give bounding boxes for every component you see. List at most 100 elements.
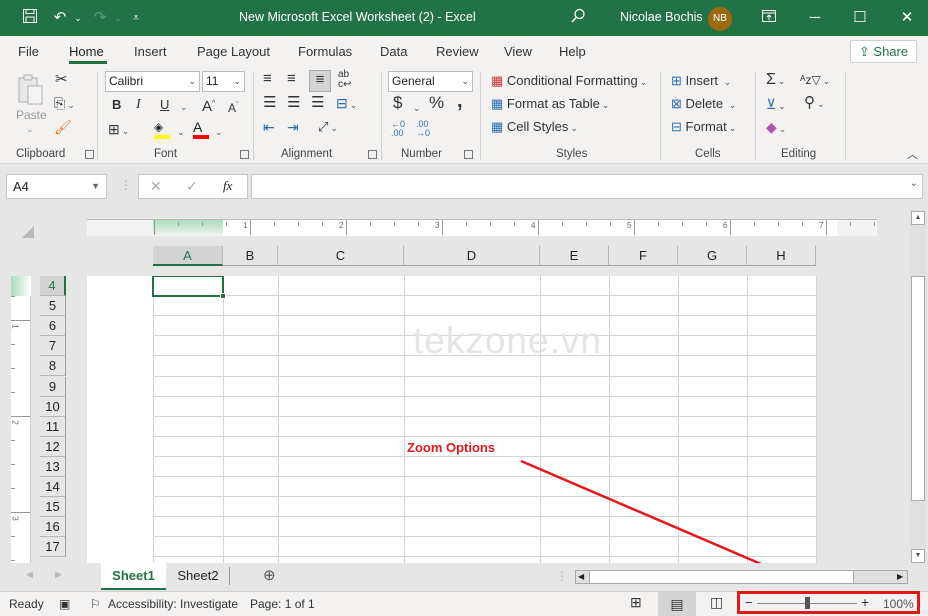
- format-as-table-button[interactable]: ▦ Format as Table ⌄: [491, 95, 609, 114]
- column-header-g[interactable]: G: [678, 246, 747, 266]
- delete-cells-button[interactable]: ⊠ Delete ⌄: [671, 95, 736, 114]
- paste-icon[interactable]: [16, 74, 46, 105]
- format-painter-icon[interactable]: 🖌: [54, 118, 72, 136]
- font-name-select[interactable]: Calibri ⌄: [105, 71, 200, 92]
- undo-icon[interactable]: ↶: [50, 8, 70, 28]
- tab-split-grip-icon[interactable]: ⋮: [556, 569, 568, 583]
- column-header-h[interactable]: H: [747, 246, 816, 266]
- fill-icon[interactable]: ⊻ ⌄: [766, 95, 786, 115]
- scroll-right-button[interactable]: ▶: [897, 571, 903, 583]
- decrease-indent-icon[interactable]: ⇤: [263, 118, 275, 136]
- sheet-tab-sheet2[interactable]: Sheet2: [167, 567, 230, 585]
- grip-icon[interactable]: ⋮: [120, 178, 132, 192]
- tab-formulas[interactable]: Formulas: [298, 44, 352, 59]
- worksheet-grid[interactable]: tekzone.vn: [87, 276, 817, 563]
- borders-icon[interactable]: ⊞ ⌄: [108, 120, 129, 140]
- align-right-icon[interactable]: ☰: [311, 94, 324, 112]
- sort-filter-icon[interactable]: ᴬᴢ▽ ⌄: [800, 71, 830, 90]
- column-header-d[interactable]: D: [404, 246, 540, 266]
- row-header-11[interactable]: 11: [40, 416, 66, 437]
- paste-dropdown-icon[interactable]: ⌄: [26, 120, 34, 138]
- find-select-icon[interactable]: ⚲ ⌄: [804, 94, 825, 113]
- row-header-8[interactable]: 8: [40, 356, 66, 377]
- number-format-select[interactable]: General ⌄: [388, 71, 473, 92]
- row-header-9[interactable]: 9: [40, 376, 66, 397]
- row-header-4[interactable]: 4: [40, 276, 66, 296]
- copy-icon[interactable]: ⎘ ⌄: [54, 94, 75, 114]
- increase-decimal-icon[interactable]: ←0.00: [391, 120, 405, 138]
- redo-dropdown-icon[interactable]: ⌄: [108, 8, 128, 28]
- percent-button[interactable]: %: [429, 94, 444, 112]
- fill-color-dropdown-icon[interactable]: ⌄: [177, 123, 185, 141]
- format-cells-button[interactable]: ⊟ Format ⌄: [671, 118, 736, 137]
- alignment-launcher-icon[interactable]: [368, 150, 377, 159]
- insert-cells-button[interactable]: ⊞ Insert ⌄: [671, 72, 731, 91]
- merge-center-icon[interactable]: ⊟ ⌄: [336, 94, 357, 114]
- bottom-align-icon[interactable]: ≡: [309, 70, 331, 92]
- collapse-ribbon-icon[interactable]: ︿: [907, 146, 918, 164]
- column-header-b[interactable]: B: [223, 246, 278, 266]
- customize-qat-icon[interactable]: ⩡: [126, 8, 146, 28]
- scroll-down-button[interactable]: ▼: [911, 549, 925, 563]
- wrap-text-icon[interactable]: ab c↩: [338, 70, 351, 90]
- bold-button[interactable]: B: [112, 96, 121, 114]
- select-all-button[interactable]: [22, 226, 34, 238]
- top-align-icon[interactable]: ≡: [263, 70, 272, 88]
- row-header-5[interactable]: 5: [40, 296, 66, 317]
- row-header-6[interactable]: 6: [40, 316, 66, 337]
- autosum-icon[interactable]: Σ ⌄: [766, 71, 785, 90]
- prev-sheet-icon[interactable]: ◀: [26, 569, 33, 580]
- search-icon[interactable]: [568, 8, 588, 28]
- underline-dropdown-icon[interactable]: ⌄: [180, 98, 188, 116]
- page-break-view-icon[interactable]: ◫: [710, 594, 723, 611]
- undo-dropdown-icon[interactable]: ⌄: [68, 8, 88, 28]
- fill-color-icon[interactable]: ◈: [154, 120, 172, 139]
- redo-icon[interactable]: ↷: [90, 8, 110, 28]
- add-sheet-icon[interactable]: ⊕: [263, 566, 276, 584]
- clipboard-launcher-icon[interactable]: [85, 150, 94, 159]
- tab-help[interactable]: Help: [559, 44, 586, 59]
- next-sheet-icon[interactable]: ▶: [55, 569, 62, 580]
- comma-button[interactable]: ,: [457, 91, 463, 111]
- active-cell[interactable]: [152, 276, 224, 297]
- row-header-17[interactable]: 17: [40, 537, 66, 558]
- cancel-icon[interactable]: ✕: [150, 178, 162, 195]
- ribbon-display-icon[interactable]: [759, 8, 779, 28]
- tab-page-layout[interactable]: Page Layout: [197, 44, 270, 59]
- tab-file[interactable]: File: [18, 44, 39, 59]
- increase-font-icon[interactable]: A^: [202, 95, 215, 116]
- column-header-e[interactable]: E: [540, 246, 609, 266]
- row-header-14[interactable]: 14: [40, 477, 66, 497]
- currency-button[interactable]: $: [393, 94, 402, 112]
- vertical-scroll-thumb[interactable]: [911, 276, 925, 501]
- fill-handle[interactable]: [220, 293, 226, 299]
- font-size-select[interactable]: 11 ⌄: [202, 71, 245, 92]
- italic-button[interactable]: I: [136, 96, 141, 114]
- enter-icon[interactable]: ✓: [186, 178, 198, 195]
- font-color-dropdown-icon[interactable]: ⌄: [215, 123, 223, 141]
- number-launcher-icon[interactable]: [464, 150, 473, 159]
- underline-button[interactable]: U: [160, 96, 169, 114]
- share-button[interactable]: ⇪ Share: [850, 40, 917, 63]
- row-header-13[interactable]: 13: [40, 456, 66, 477]
- row-header-10[interactable]: 10: [40, 396, 66, 417]
- insert-function-button[interactable]: fx: [223, 178, 232, 194]
- scroll-left-button[interactable]: ◀: [578, 571, 584, 583]
- cell-styles-button[interactable]: ▦ Cell Styles ⌄: [491, 118, 578, 137]
- clear-icon[interactable]: ◆ ⌄: [766, 118, 786, 138]
- row-header-16[interactable]: 16: [40, 517, 66, 538]
- font-color-icon[interactable]: A: [193, 119, 211, 139]
- save-icon[interactable]: [20, 8, 40, 28]
- align-center-icon[interactable]: ☰: [287, 94, 300, 112]
- tab-home[interactable]: Home: [69, 44, 104, 59]
- close-icon[interactable]: ✕: [897, 8, 917, 28]
- accessibility-status[interactable]: Accessibility: Investigate: [108, 597, 238, 611]
- name-box-dropdown-icon[interactable]: ▼: [91, 175, 100, 198]
- expand-formula-bar-icon[interactable]: ⌄: [910, 178, 918, 189]
- formula-input[interactable]: ⌄: [251, 174, 923, 199]
- name-box[interactable]: A4 ▼: [6, 174, 107, 199]
- minimize-icon[interactable]: ─: [805, 8, 825, 28]
- conditional-formatting-button[interactable]: ▦ Conditional Formatting ⌄: [491, 72, 647, 91]
- align-left-icon[interactable]: ☰: [263, 94, 276, 112]
- vertical-scrollbar[interactable]: ▲ ▼: [910, 210, 926, 565]
